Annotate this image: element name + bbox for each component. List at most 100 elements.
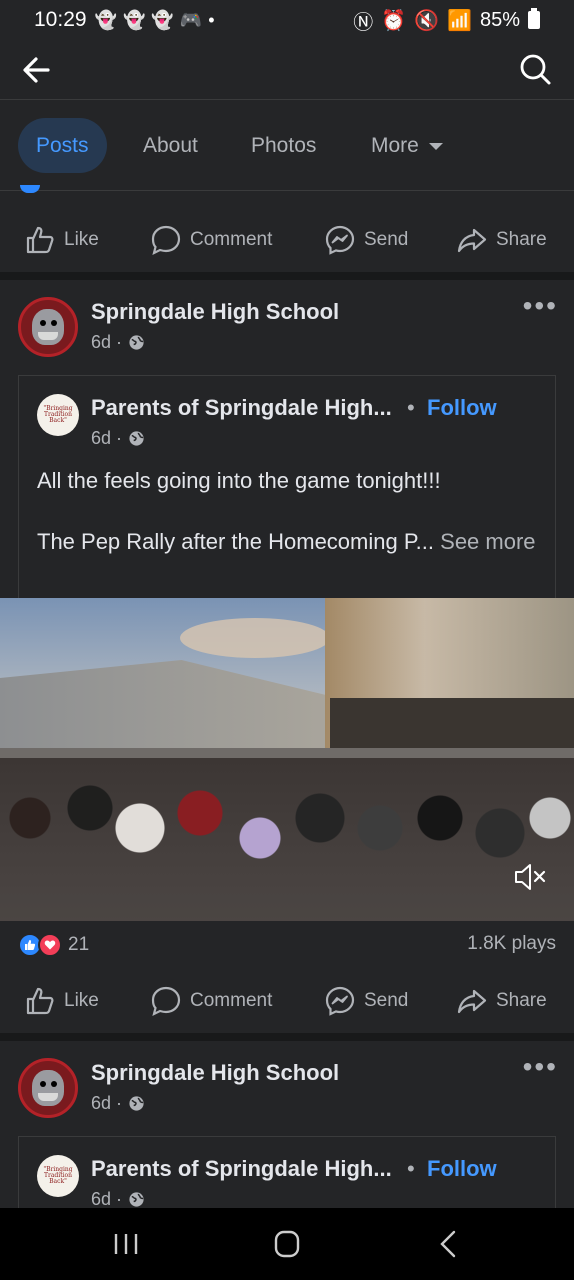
follow-button[interactable]: Follow [427, 395, 497, 421]
shared-post-card[interactable]: "Bringing Tradition Back" Parents of Spr… [18, 1136, 556, 1208]
search-icon[interactable] [516, 50, 556, 90]
post-action-bar: Like Comment Send Share [0, 961, 574, 1041]
post-author[interactable]: Springdale High School [91, 1060, 339, 1086]
snapchat-icon: 👻 [151, 9, 174, 30]
mascot-eye [40, 1081, 46, 1087]
share-button[interactable]: Share [456, 985, 547, 1017]
more-options-icon[interactable]: ••• [523, 290, 558, 322]
avatar-lettering: "Bringing Tradition Back" [43, 405, 73, 424]
see-more-link[interactable]: See more [440, 529, 535, 554]
comment-button[interactable]: Comment [150, 224, 272, 256]
messenger-icon [325, 986, 355, 1016]
separator-bullet: • [407, 395, 415, 420]
shared-author[interactable]: Parents of Springdale High... [91, 395, 392, 421]
tab-posts[interactable]: Posts [18, 118, 107, 173]
follow-button[interactable]: Follow [427, 1156, 497, 1182]
nfc-icon: Ⓝ [353, 11, 374, 34]
reactions-summary[interactable]: 21 [18, 930, 89, 960]
status-time: 10:29 [34, 8, 87, 31]
battery-percent: 85% [479, 8, 520, 31]
system-navigation-bar [0, 1208, 574, 1280]
battery-icon [528, 8, 540, 29]
back-arrow-icon[interactable] [18, 50, 58, 90]
like-button[interactable]: Like [24, 985, 99, 1017]
home-icon[interactable] [267, 1226, 307, 1262]
video-building-entrance [330, 698, 574, 748]
notification-icons: 👻 👻 👻 🎮 • [95, 10, 215, 31]
see-more-word-2: more [485, 529, 536, 554]
like-label: Like [64, 990, 99, 1011]
school-avatar[interactable] [18, 297, 78, 357]
video-cloud [180, 618, 330, 658]
share-icon [457, 989, 487, 1014]
mascot-mouth [38, 332, 58, 340]
globe-icon [129, 1192, 144, 1207]
mascot-eye [51, 320, 57, 326]
globe-icon [129, 335, 144, 350]
alarm-icon: ⏰ [381, 9, 407, 32]
share-button[interactable]: Share [456, 224, 547, 256]
shared-meta: 6d · [91, 428, 145, 449]
shared-time: 6d · [91, 1189, 123, 1208]
separator-bullet: • [407, 1156, 415, 1181]
send-button[interactable]: Send [324, 985, 408, 1017]
comment-button[interactable]: Comment [150, 985, 272, 1017]
status-bar: 10:29 👻 👻 👻 🎮 • Ⓝ ⏰ 🔇 📶 85% [0, 0, 574, 40]
video-plays-count: 1.8K plays [467, 933, 556, 954]
shared-author[interactable]: Parents of Springdale High... [91, 1156, 392, 1182]
post-meta: 6d · [91, 1093, 145, 1114]
shared-meta: 6d · [91, 1189, 145, 1208]
shared-time: 6d · [91, 428, 123, 448]
school-avatar[interactable] [18, 1058, 78, 1118]
post-time: 6d · [91, 1093, 123, 1113]
parents-group-avatar[interactable]: "Bringing Tradition Back" [37, 1155, 79, 1197]
send-button[interactable]: Send [324, 224, 408, 256]
chevron-down-icon [428, 142, 443, 150]
love-reaction-icon [38, 933, 62, 957]
messenger-icon [325, 225, 355, 255]
post-time: 6d · [91, 332, 123, 352]
tab-photos[interactable]: Photos [251, 118, 316, 173]
post-action-bar: Like Comment Send Share [0, 200, 574, 280]
snapchat-icon: 👻 [122, 9, 146, 30]
see-more-word-1: See [440, 529, 480, 554]
post-header: Springdale High School 6d · ••• [0, 1051, 574, 1131]
thumbs-up-icon [26, 987, 54, 1015]
tab-about[interactable]: About [143, 118, 198, 173]
discord-icon: 🎮 [179, 9, 203, 30]
avatar-lettering: "Bringing Tradition Back" [43, 1166, 73, 1185]
comment-label: Comment [190, 990, 273, 1011]
recent-apps-icon[interactable] [106, 1226, 146, 1262]
top-app-bar [0, 40, 574, 100]
globe-icon [129, 431, 144, 446]
thumbs-up-icon [26, 226, 54, 254]
back-nav-icon[interactable] [428, 1226, 468, 1262]
video-crowd [0, 758, 574, 921]
tab-more[interactable]: More [371, 118, 443, 173]
post-header: Springdale High School 6d · ••• [0, 290, 574, 370]
mascot-eye [40, 320, 46, 326]
post-text-line-1: All the feels going into the game tonigh… [37, 468, 441, 493]
tab-more-label: More [371, 134, 419, 157]
post-meta: 6d · [91, 332, 145, 353]
comment-icon [151, 225, 181, 256]
shared-post-card[interactable]: "Bringing Tradition Back" Parents of Spr… [18, 375, 556, 598]
parents-group-avatar[interactable]: "Bringing Tradition Back" [37, 394, 79, 436]
share-label: Share [496, 990, 547, 1011]
muted-speaker-icon[interactable] [512, 859, 548, 895]
share-icon [457, 228, 487, 253]
send-label: Send [364, 990, 409, 1011]
previous-post-reaction-icon [20, 185, 40, 193]
comment-label: Comment [190, 229, 273, 250]
video-player[interactable] [0, 598, 574, 921]
snapchat-icon: 👻 [94, 9, 117, 30]
reactions-count: 21 [68, 934, 90, 955]
mascot-eye [51, 1081, 57, 1087]
share-label: Share [496, 229, 547, 250]
like-button[interactable]: Like [24, 224, 99, 256]
more-options-icon[interactable]: ••• [523, 1051, 558, 1083]
comment-icon [151, 986, 181, 1017]
mute-icon: 🔇 [414, 9, 440, 32]
post-author[interactable]: Springdale High School [91, 299, 339, 325]
mascot-mouth [38, 1093, 58, 1101]
